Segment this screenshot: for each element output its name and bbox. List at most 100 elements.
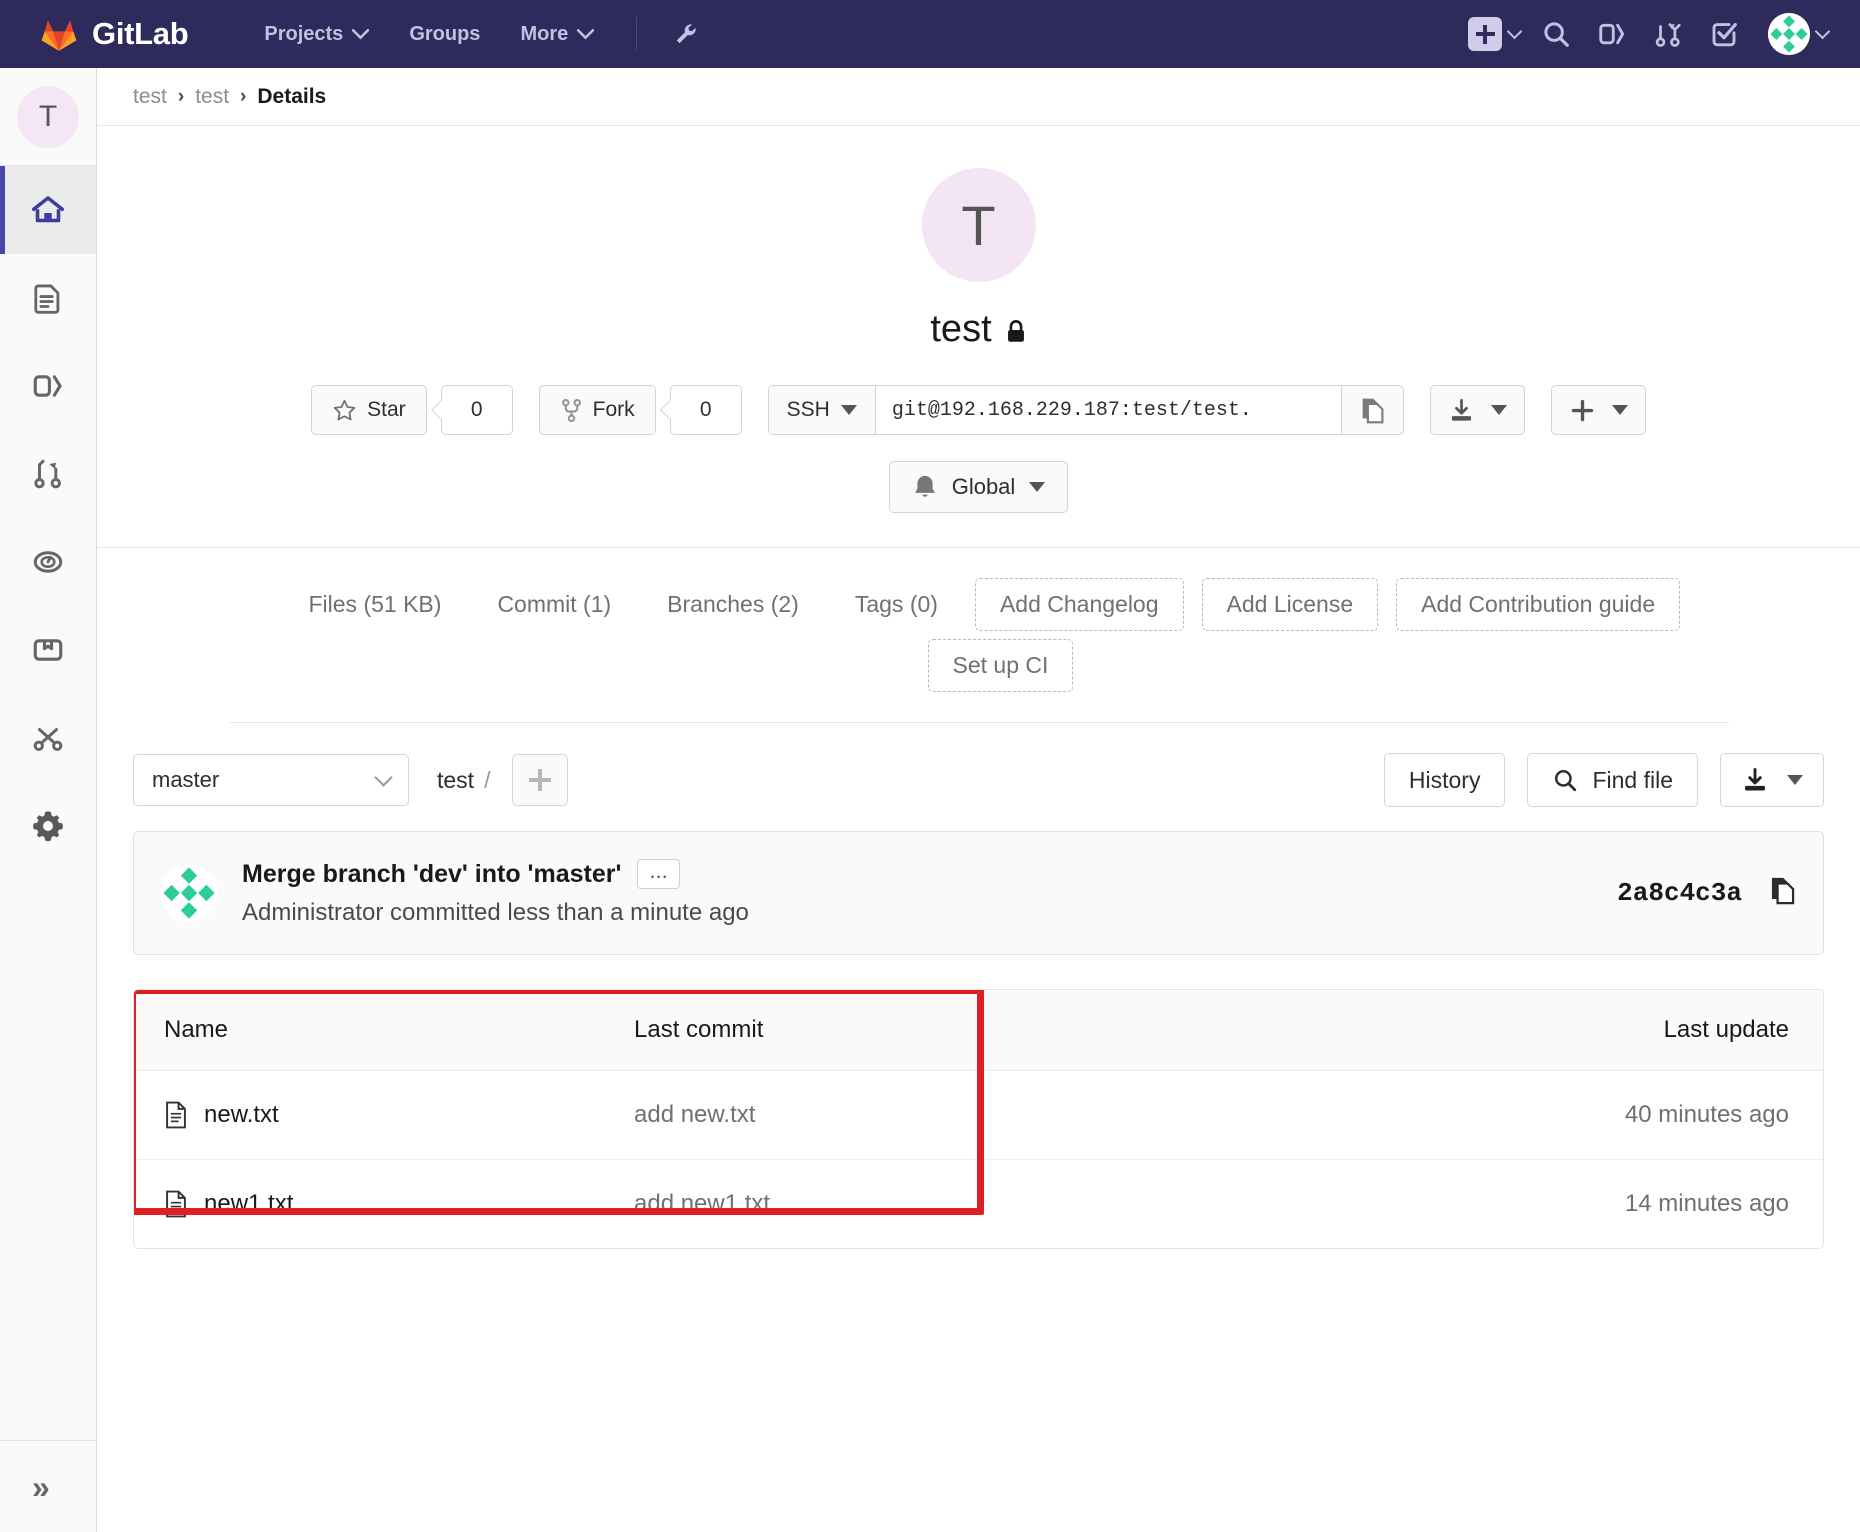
find-file-button[interactable]: Find file	[1527, 753, 1698, 807]
branch-selector[interactable]: master	[133, 754, 409, 806]
project-action-buttons: Star 0 Fork 0 SSH git@192.168.229.187:te…	[311, 385, 1646, 435]
search-button[interactable]	[1530, 8, 1582, 60]
repo-path-root[interactable]: test	[437, 767, 474, 794]
brand-name: GitLab	[92, 16, 189, 51]
commit-expand-button[interactable]: ...	[637, 859, 680, 889]
copy-commit-sha-button[interactable]	[1768, 875, 1797, 911]
copy-clone-url-button[interactable]	[1341, 385, 1404, 435]
issues-button[interactable]	[1586, 8, 1638, 60]
download-icon	[1451, 398, 1471, 421]
chevron-down-icon	[1814, 23, 1831, 40]
clone-url-input[interactable]: git@192.168.229.187:test/test.	[875, 385, 1342, 435]
gear-icon	[33, 811, 64, 842]
history-button[interactable]: History	[1383, 753, 1506, 807]
copy-icon	[1771, 877, 1795, 905]
file-browser-actions: History Find file	[1383, 753, 1824, 807]
gitlab-brand[interactable]: GitLab	[40, 15, 189, 53]
lock-icon	[1005, 319, 1027, 345]
add-contribution-guide-button[interactable]: Add Contribution guide	[1396, 578, 1681, 631]
main-content: test › test › Details T test Star 0 Fork…	[97, 68, 1860, 1532]
nav-projects-label: Projects	[264, 22, 344, 45]
star-button[interactable]: Star	[311, 385, 427, 435]
sidebar-item-repository[interactable]	[0, 254, 96, 342]
star-label: Star	[367, 398, 406, 421]
branch-selector-value: master	[152, 767, 220, 792]
sidebar-nav-items	[0, 166, 96, 870]
fork-icon	[561, 398, 581, 422]
download-source-button[interactable]	[1429, 385, 1525, 435]
branches-stat[interactable]: Branches (2)	[639, 581, 827, 628]
user-menu-button[interactable]	[1762, 13, 1834, 55]
search-icon	[1555, 769, 1577, 792]
find-file-label: Find file	[1592, 766, 1673, 793]
breadcrumb-item-project[interactable]: test	[195, 85, 229, 109]
add-license-button[interactable]: Add License	[1201, 578, 1379, 631]
plus-icon	[1571, 399, 1594, 421]
add-changelog-button[interactable]: Add Changelog	[974, 578, 1184, 631]
add-to-tree-button[interactable]	[512, 754, 569, 806]
files-stat[interactable]: Files (51 KB)	[299, 581, 470, 628]
breadcrumb-separator: ›	[177, 85, 185, 107]
file-table-header-row: Name Last commit Last update	[134, 990, 1823, 1071]
avatar	[1768, 13, 1810, 55]
plus-square-icon	[1468, 17, 1502, 51]
file-last-commit-cell[interactable]: add new.txt	[604, 1070, 1160, 1160]
nav-more-label: More	[520, 22, 569, 45]
sidebar-item-ci-cd[interactable]	[0, 518, 96, 606]
history-label: History	[1408, 766, 1481, 793]
tags-stat[interactable]: Tags (0)	[827, 581, 966, 628]
notification-setting-button[interactable]: Global	[888, 461, 1069, 513]
repo-path-breadcrumb: test /	[437, 767, 490, 794]
sidebar-project-avatar-link[interactable]: T	[0, 68, 96, 166]
file-link[interactable]: new1.txt	[164, 1190, 604, 1218]
notification-row: Global	[888, 461, 1069, 513]
sidebar-collapse-button[interactable]: »	[0, 1440, 96, 1532]
commit-sha[interactable]: 2a8c4c3a	[1617, 878, 1742, 908]
todo-check-icon	[1712, 23, 1737, 47]
file-last-update-cell: 40 minutes ago	[1159, 1070, 1823, 1160]
admin-wrench-button[interactable]	[659, 21, 713, 47]
chevron-down-icon	[577, 28, 595, 39]
breadcrumb-separator: ›	[240, 85, 247, 107]
add-to-project-button[interactable]	[1550, 385, 1646, 435]
fork-label: Fork	[592, 398, 635, 421]
table-row[interactable]: new.txt add new.txt 40 minutes ago	[134, 1070, 1823, 1160]
document-icon	[34, 284, 60, 314]
sidebar-item-settings[interactable]	[0, 782, 96, 870]
fork-button[interactable]: Fork	[538, 385, 656, 435]
caret-down-icon	[1490, 405, 1507, 415]
issues-icon	[33, 375, 62, 397]
merge-requests-button[interactable]	[1642, 8, 1694, 60]
new-dropdown-button[interactable]	[1462, 17, 1526, 51]
star-count[interactable]: 0	[440, 385, 513, 435]
nav-projects[interactable]: Projects	[244, 23, 389, 46]
fork-count[interactable]: 0	[669, 385, 742, 435]
column-header-name: Name	[134, 990, 604, 1071]
table-row[interactable]: new1.txt add new1.txt 14 minutes ago	[134, 1160, 1823, 1249]
file-last-update-cell: 14 minutes ago	[1624, 1190, 1789, 1217]
file-link[interactable]: new.txt	[164, 1101, 604, 1129]
nav-more[interactable]: More	[500, 23, 614, 46]
sidebar-item-snippets[interactable]	[0, 694, 96, 782]
commit-text: Merge branch 'dev' into 'master' ... Adm…	[242, 859, 749, 927]
commit-title[interactable]: Merge branch 'dev' into 'master'	[242, 860, 621, 889]
sidebar-item-project-overview[interactable]	[0, 166, 96, 254]
nav-groups[interactable]: Groups	[389, 23, 500, 46]
home-icon	[31, 196, 65, 223]
file-browser-toolbar: master test / History Find file	[97, 723, 1860, 831]
clone-protocol-dropdown[interactable]: SSH	[767, 385, 876, 435]
sidebar-item-issues[interactable]	[0, 342, 96, 430]
todos-button[interactable]	[1698, 8, 1750, 60]
breadcrumb-item-group[interactable]: test	[133, 85, 167, 109]
commit-title-line: Merge branch 'dev' into 'master' ...	[242, 859, 749, 889]
file-last-commit-cell[interactable]: add new1.txt	[604, 1160, 1160, 1249]
commits-stat[interactable]: Commit (1)	[469, 581, 639, 628]
sidebar-item-packages[interactable]	[0, 606, 96, 694]
breadcrumb-current: Details	[257, 84, 327, 108]
set-up-ci-button[interactable]: Set up CI	[927, 639, 1074, 692]
download-repo-button[interactable]	[1720, 753, 1824, 807]
file-name: new.txt	[204, 1101, 279, 1128]
sidebar-item-merge-requests[interactable]	[0, 430, 96, 518]
file-name-cell: new1.txt	[134, 1160, 604, 1249]
breadcrumb: test › test › Details	[97, 68, 1860, 126]
